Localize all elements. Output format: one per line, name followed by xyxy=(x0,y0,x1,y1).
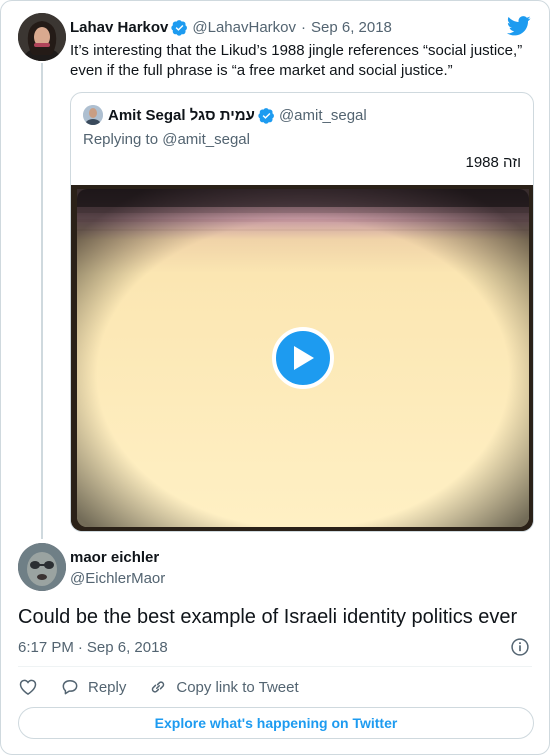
explore-twitter-button[interactable]: Explore what's happening on Twitter xyxy=(18,707,534,739)
parent-tweet-header: Lahav Harkov @LahavHarkov · Sep 6, 2018 xyxy=(70,17,392,37)
reply-author-handle[interactable]: @EichlerMaor xyxy=(70,570,165,587)
tweet-date[interactable]: Sep 6, 2018 xyxy=(87,639,168,656)
author-handle[interactable]: @LahavHarkov xyxy=(192,19,296,36)
reply-bubble-icon xyxy=(62,680,78,695)
author-name[interactable]: Lahav Harkov xyxy=(70,19,168,36)
heart-icon xyxy=(19,679,37,695)
divider xyxy=(18,666,532,667)
twitter-bird-icon[interactable] xyxy=(507,15,531,37)
author-handle[interactable]: @amit_segal xyxy=(279,107,367,124)
explore-label[interactable]: Explore what's happening on Twitter xyxy=(155,715,398,731)
quoted-tweet-text: וזה 1988 xyxy=(465,154,522,171)
play-icon xyxy=(294,346,314,370)
quoted-tweet[interactable]: Amit Segal עמית סגל @amit_segal Replying… xyxy=(70,92,534,532)
reply-label[interactable]: Reply xyxy=(88,679,126,696)
info-icon[interactable] xyxy=(510,637,530,657)
video-thumbnail[interactable] xyxy=(71,185,533,531)
quoted-tweet-header: Amit Segal עמית סגל @amit_segal xyxy=(108,105,367,125)
play-button[interactable] xyxy=(272,327,334,389)
reply-button[interactable]: Reply xyxy=(60,677,126,697)
separator-dot: · xyxy=(77,638,83,656)
tweet-actions: Reply Copy link to Tweet xyxy=(18,676,321,698)
copy-link-button[interactable]: Copy link to Tweet xyxy=(148,677,299,697)
replying-to: Replying to @amit_segal xyxy=(83,131,250,148)
parent-tweet-text: It’s interesting that the Likud’s 1988 j… xyxy=(70,42,523,79)
avatar[interactable] xyxy=(18,13,66,61)
verified-badge-icon xyxy=(258,107,274,124)
tweet-date[interactable]: Sep 6, 2018 xyxy=(311,19,392,36)
like-button[interactable] xyxy=(18,677,38,697)
tweet-embed-card: Lahav Harkov @LahavHarkov · Sep 6, 2018 … xyxy=(0,0,550,755)
tweet-time[interactable]: 6:17 PM xyxy=(18,639,74,656)
reply-author-name[interactable]: maor eichler xyxy=(70,549,159,566)
author-name[interactable]: Amit Segal עמית סגל xyxy=(108,107,255,124)
copy-link-label[interactable]: Copy link to Tweet xyxy=(176,679,298,696)
verified-badge-icon xyxy=(171,19,188,36)
reply-tweet-text: Could be the best example of Israeli ide… xyxy=(18,606,518,628)
avatar[interactable] xyxy=(83,105,103,125)
avatar[interactable] xyxy=(18,543,66,591)
thread-connector-line xyxy=(41,63,43,539)
link-icon xyxy=(152,681,165,693)
tweet-timestamp[interactable]: 6:17 PM · Sep 6, 2018 xyxy=(18,637,168,657)
replying-prefix: Replying to xyxy=(83,131,159,148)
replying-mention[interactable]: @amit_segal xyxy=(162,131,250,148)
separator-dot: · xyxy=(301,18,306,36)
